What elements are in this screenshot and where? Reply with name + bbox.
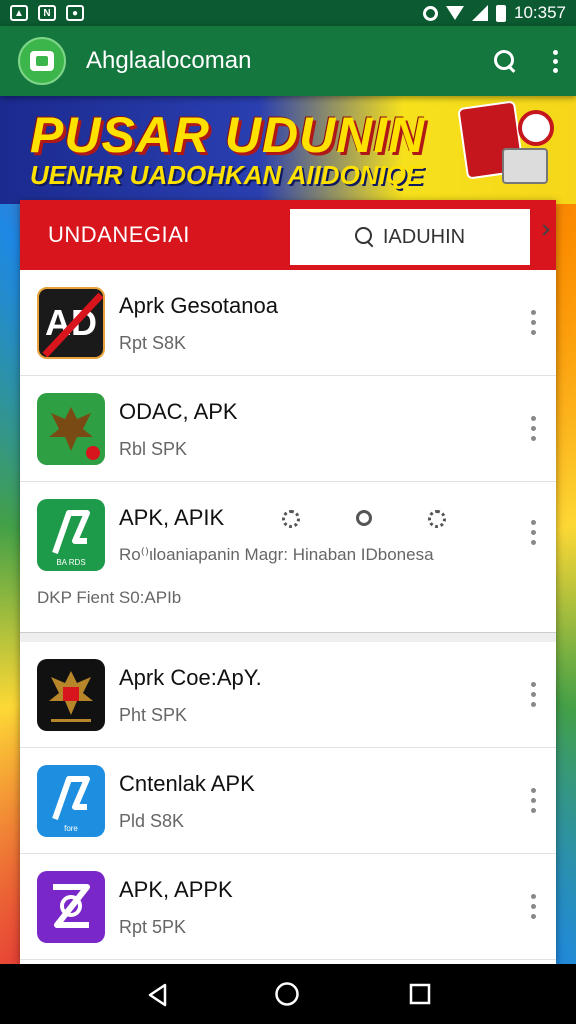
list-item[interactable]: AD Aprk Gesotanoa Rpt S8K (20, 270, 556, 376)
signal-icon (472, 5, 488, 21)
app-title: Ahglaalocoman (86, 47, 252, 74)
message-icon: ● (66, 5, 84, 21)
list-item[interactable]: fore Cntenlak APK Pld S8K (20, 748, 556, 854)
status-bar: ▲ N ● 10:357 (0, 0, 576, 26)
wifi-icon (446, 6, 464, 20)
app-meta: Rpt 5PK (119, 917, 187, 937)
app-name: APK, APPK (119, 877, 233, 902)
apk-a-icon: BA RDS (37, 499, 105, 571)
banner-device-image (502, 148, 548, 184)
app-name: Aprk Gesotanoa (119, 293, 278, 318)
list-item[interactable]: APK, APPK Rpt 5PK (20, 854, 556, 960)
card-header-label[interactable]: UNDANEGIAI (48, 222, 190, 248)
app-meta: Pht SPK (119, 705, 188, 725)
recents-icon[interactable] (409, 983, 431, 1005)
more-vert-icon[interactable] (530, 788, 536, 813)
app-logo-icon[interactable] (18, 37, 66, 85)
garuda-icon (37, 659, 105, 731)
card-search-box[interactable]: IADUHIN (290, 209, 530, 265)
app-meta: Rpt S8K (119, 333, 187, 353)
card-header: UNDANEGIAI IADUHIN (20, 200, 556, 270)
apk-z-icon (37, 871, 105, 943)
app-name: Aprk Coe:ApY. (119, 665, 262, 690)
settings-icon[interactable] (282, 510, 300, 528)
apk-a-icon: fore (37, 765, 105, 837)
list-item[interactable]: BA RDS APK, APIK Ro⁽⁾ιloaniapanin Magr: … (20, 482, 556, 632)
apk-list-card: UNDANEGIAI IADUHIN AD Aprk Gesotanoa Rpt… (20, 200, 556, 964)
system-nav-bar (0, 964, 576, 1024)
hotspot-icon (423, 5, 438, 21)
list-item[interactable]: ODAC, APK Rbl SPK (20, 376, 556, 482)
chevron-icon[interactable] (538, 224, 550, 236)
promo-banner[interactable]: PUSAR UDUNIN UENHR UADOHKAN AIIDONIQE (0, 96, 576, 204)
garuda-icon (37, 393, 105, 465)
more-vert-icon[interactable] (530, 682, 536, 707)
app-meta: Ro⁽⁾ιloaniapanin Magr: Hinaban IDbonesa (119, 545, 434, 564)
search-icon[interactable] (494, 50, 516, 72)
more-vert-icon[interactable] (530, 520, 536, 545)
more-vert-icon[interactable] (530, 416, 536, 441)
card-search-text: IADUHIN (382, 225, 466, 248)
more-vert-icon[interactable] (530, 894, 536, 919)
app-meta: Pld S8K (119, 811, 185, 831)
adb-icon: AD (37, 287, 105, 359)
back-icon[interactable] (145, 983, 166, 1007)
divider (20, 632, 556, 642)
app-icon-caption: fore (64, 824, 78, 833)
app-footnote: DKP Fient S0:APIb (37, 588, 182, 607)
image-icon: ▲ (10, 5, 28, 21)
app-meta: Rbl SPK (119, 439, 188, 459)
home-icon[interactable] (274, 981, 300, 1007)
app-bar: Ahglaalocoman (0, 26, 576, 96)
gear-icon[interactable] (428, 510, 446, 528)
location-icon[interactable] (356, 510, 372, 526)
app-name: Cntenlak APK (119, 771, 255, 796)
banner-badge (518, 110, 554, 146)
status-time: 10:357 (514, 3, 566, 22)
banner-subheadline: UENHR UADOHKAN AIIDONIQE (30, 160, 424, 190)
list-item[interactable]: Aprk Coe:ApY. Pht SPK (20, 642, 556, 748)
more-vert-icon[interactable] (530, 310, 536, 335)
search-icon (354, 227, 375, 247)
app-name: ODAC, APK (119, 399, 238, 424)
battery-icon (496, 4, 506, 22)
app-list: AD Aprk Gesotanoa Rpt S8K ODAC, APK Rbl … (20, 270, 556, 960)
banner-headline: PUSAR UDUNIN (30, 107, 426, 163)
nfc-icon: N (38, 5, 56, 21)
more-vert-icon[interactable] (552, 49, 558, 73)
app-icon-caption: BA RDS (56, 558, 86, 567)
